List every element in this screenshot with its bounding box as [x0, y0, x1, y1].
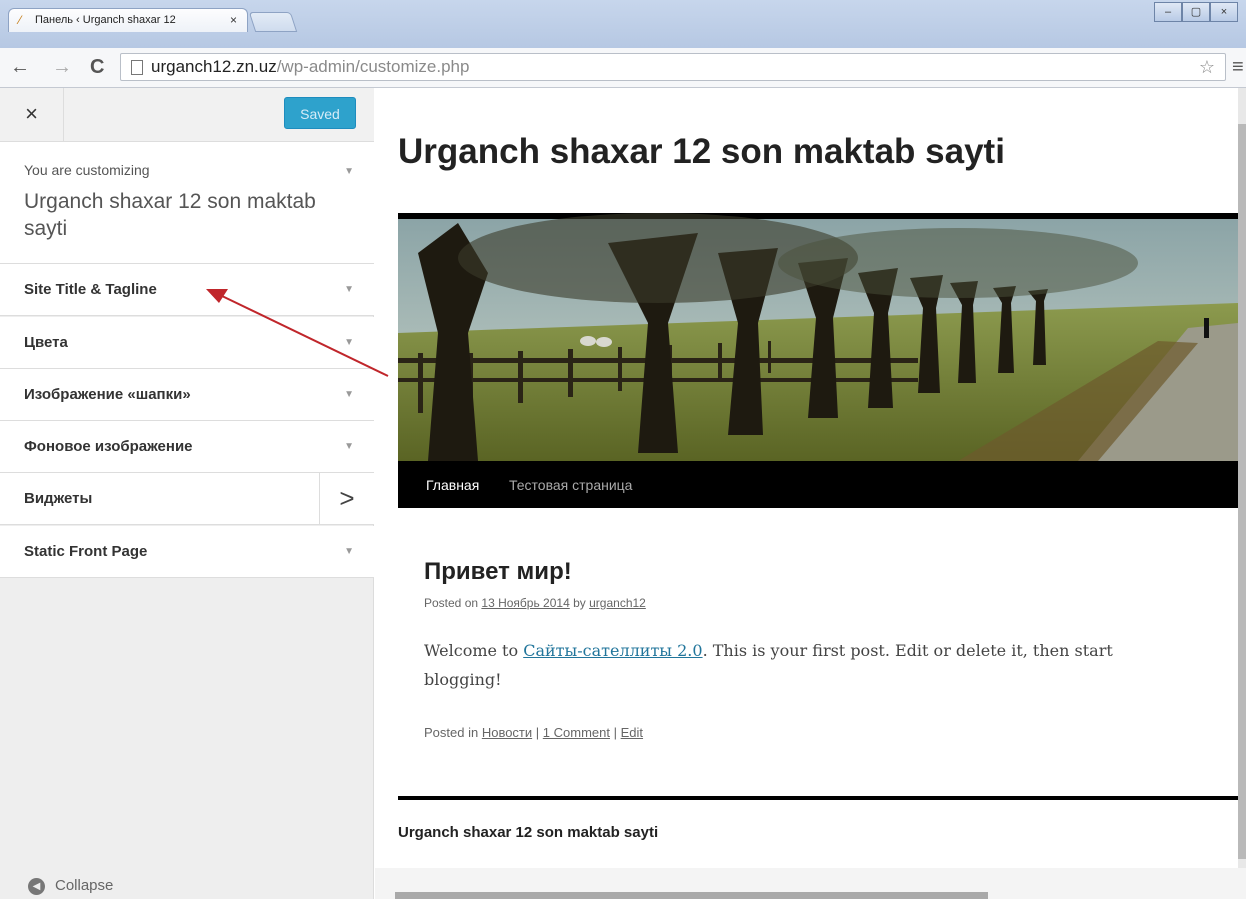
customizer-header: × Saved: [0, 88, 374, 142]
section-label: Фоновое изображение: [24, 438, 193, 455]
expand-arrow-icon: ▼: [344, 441, 354, 452]
browser-titlebar: ⁄ Панель ‹ Urganch shaxar 12 × – ▢ ×: [0, 0, 1246, 48]
site-footer-title[interactable]: Urganch shaxar 12 son maktab sayti: [398, 824, 658, 841]
section-label: Site Title & Tagline: [24, 281, 157, 298]
tab-close-icon[interactable]: ×: [230, 13, 237, 27]
comments-link[interactable]: 1 Comment: [543, 725, 610, 740]
expand-arrow-icon: ▼: [344, 284, 354, 295]
customizing-site-name: Urganch shaxar 12 son maktab sayti: [24, 190, 316, 240]
browser-tab[interactable]: ⁄ Панель ‹ Urganch shaxar 12 ×: [8, 8, 248, 32]
post-meta: Posted on 13 Ноябрь 2014 by urganch12: [424, 596, 646, 610]
post-body-start: Welcome to: [424, 641, 519, 660]
reload-icon[interactable]: C: [90, 57, 104, 77]
vertical-scrollbar[interactable]: [1238, 88, 1246, 868]
section-header-image[interactable]: Изображение «шапки» ▼: [0, 369, 374, 421]
address-bar[interactable]: urganch12.zn.uz/wp-admin/customize.php ☆: [120, 53, 1226, 81]
header-image: [398, 213, 1238, 461]
expand-arrow-icon: ▼: [344, 546, 354, 557]
collapse-button[interactable]: ◀ Collapse: [28, 877, 113, 895]
primary-menu: Главная Тестовая страница: [398, 461, 1238, 508]
post-footer-meta: Posted in Новости | 1 Comment | Edit: [424, 725, 643, 740]
post-body-link[interactable]: Сайты-сателлиты 2.0: [523, 641, 702, 660]
customizer-info[interactable]: You are customizing Urganch shaxar 12 so…: [0, 142, 374, 264]
customizer-panel: × Saved You are customizing Urganch shax…: [0, 88, 374, 899]
expand-arrow-icon: ▼: [344, 389, 354, 400]
posted-in-label: Posted in: [424, 725, 479, 740]
browser-toolbar: ← → C urganch12.zn.uz/wp-admin/customize…: [0, 48, 1246, 88]
scroll-thumb[interactable]: [395, 892, 988, 899]
expand-arrow-icon: ▼: [344, 337, 354, 348]
post-author-link[interactable]: urganch12: [589, 596, 646, 610]
post-content: Welcome to Сайты-сателлиты 2.0. This is …: [424, 636, 1184, 694]
section-widgets[interactable]: Виджеты >: [0, 473, 374, 525]
menu-icon[interactable]: ≡: [1232, 57, 1244, 77]
saved-button[interactable]: Saved: [284, 97, 356, 129]
url-path: /wp-admin/customize.php: [276, 57, 470, 76]
menu-item-test-page[interactable]: Тестовая страница: [509, 477, 632, 493]
post-date-link[interactable]: 13 Ноябрь 2014: [481, 596, 569, 610]
new-tab-button[interactable]: [248, 12, 298, 32]
section-static-front-page[interactable]: Static Front Page ▼: [0, 526, 374, 578]
chevron-right-icon[interactable]: >: [319, 473, 374, 524]
collapse-icon: ◀: [28, 877, 45, 895]
section-label: Изображение «шапки»: [24, 386, 191, 403]
close-customizer-button[interactable]: ×: [0, 88, 64, 142]
page-icon: [131, 60, 143, 75]
separator: |: [535, 725, 540, 740]
post-title[interactable]: Привет мир!: [424, 558, 572, 586]
edit-link[interactable]: Edit: [621, 725, 643, 740]
horizontal-scrollbar[interactable]: [375, 868, 1246, 899]
url-host: urganch12.zn.uz: [151, 57, 277, 76]
expand-arrow-icon: ▼: [344, 166, 354, 177]
customizing-label: You are customizing: [24, 162, 150, 178]
footer-divider: [398, 796, 1238, 800]
section-site-title-tagline[interactable]: Site Title & Tagline ▼: [0, 264, 374, 316]
section-label: Виджеты: [24, 490, 93, 507]
scroll-thumb[interactable]: [1238, 124, 1246, 859]
window-controls: – ▢ ×: [1154, 2, 1238, 22]
header-photo: [398, 213, 1238, 461]
collapse-label: Collapse: [55, 877, 114, 894]
by-label: by: [573, 596, 586, 610]
menu-item-home[interactable]: Главная: [426, 477, 479, 493]
posted-on-label: Posted on: [424, 596, 479, 610]
minimize-button[interactable]: –: [1154, 2, 1182, 22]
maximize-button[interactable]: ▢: [1182, 2, 1210, 22]
category-link[interactable]: Новости: [482, 725, 532, 740]
section-colors[interactable]: Цвета ▼: [0, 317, 374, 369]
back-icon[interactable]: ←: [10, 57, 30, 77]
tab-title: Панель ‹ Urganch shaxar 12: [35, 14, 176, 26]
bookmark-star-icon[interactable]: ☆: [1199, 57, 1215, 78]
section-label: Цвета: [24, 334, 68, 351]
section-label: Static Front Page: [24, 543, 148, 560]
section-background-image[interactable]: Фоновое изображение ▼: [0, 421, 374, 473]
quill-favicon-icon: ⁄: [19, 13, 22, 27]
forward-icon[interactable]: →: [52, 57, 72, 77]
site-preview: Urganch shaxar 12 son maktab sayti Главн…: [375, 88, 1238, 868]
site-title[interactable]: Urganch shaxar 12 son maktab sayti: [398, 132, 1005, 172]
window-close-button[interactable]: ×: [1210, 2, 1238, 22]
separator: |: [613, 725, 618, 740]
